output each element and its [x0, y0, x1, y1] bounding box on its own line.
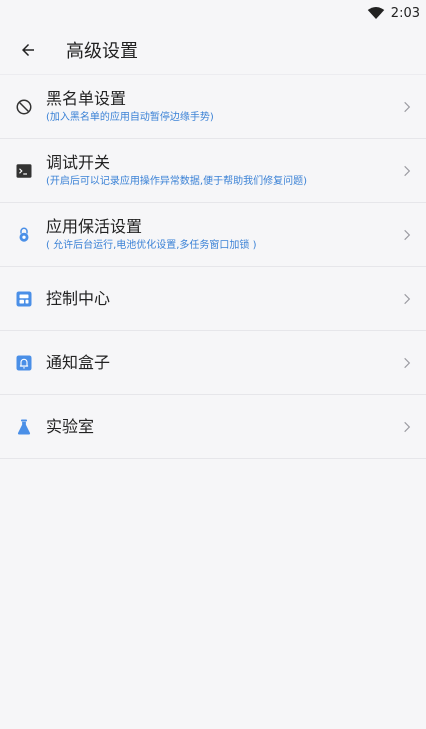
setting-item-control-center[interactable]: 控制中心 [0, 267, 426, 331]
setting-item-lab[interactable]: 实验室 [0, 395, 426, 459]
item-subtitle: ( 允许后台运行,电池优化设置,多任务窗口加锁 ) [46, 240, 257, 251]
chevron-right-icon [404, 357, 411, 368]
status-bar: 2:03 [0, 0, 426, 26]
app-bar: 高级设置 [0, 26, 426, 74]
item-title: 应用保活设置 [46, 217, 143, 236]
item-texts: 通知盒子 [46, 353, 400, 373]
chevron-right-icon [404, 421, 411, 432]
arrow-back-icon [22, 44, 34, 56]
block-icon [15, 98, 33, 116]
item-texts: 实验室 [46, 417, 400, 437]
status-time: 2:03 [390, 5, 420, 21]
settings-list: 黑名单设置 (加入黑名单的应用自动暂停边缘手势) 调试开关 (开启后可以记录应用… [0, 74, 426, 459]
chevron-right-icon [404, 229, 411, 240]
item-title: 通知盒子 [46, 352, 111, 372]
item-texts: 应用保活设置 ( 允许后台运行,电池优化设置,多任务窗口加锁 ) [46, 217, 400, 252]
item-title: 黑名单设置 [46, 89, 127, 108]
item-texts: 控制中心 [46, 289, 400, 309]
flask-icon [15, 418, 33, 436]
item-texts: 黑名单设置 (加入黑名单的应用自动暂停边缘手势) [46, 89, 400, 124]
screen: 2:03 高级设置 黑名单设置 (加入黑名单的应用自动暂停边缘手势) 调试开关 … [0, 0, 426, 729]
back-button[interactable] [8, 30, 48, 70]
item-title: 控制中心 [46, 288, 111, 308]
page-title: 高级设置 [66, 41, 138, 62]
item-subtitle: (开启后可以记录应用操作异常数据,便于帮助我们修复问题) [46, 176, 307, 187]
item-texts: 调试开关 (开启后可以记录应用操作异常数据,便于帮助我们修复问题) [46, 153, 400, 188]
control-center-icon [15, 290, 33, 308]
chevron-right-icon [404, 165, 411, 176]
chevron-right-icon [404, 293, 411, 304]
chevron-right-icon [404, 101, 411, 112]
item-title: 调试开关 [46, 153, 111, 172]
item-title: 实验室 [46, 416, 95, 436]
setting-item-blacklist[interactable]: 黑名单设置 (加入黑名单的应用自动暂停边缘手势) [0, 74, 426, 139]
setting-item-keep-alive[interactable]: 应用保活设置 ( 允许后台运行,电池优化设置,多任务窗口加锁 ) [0, 203, 426, 267]
setting-item-debug[interactable]: 调试开关 (开启后可以记录应用操作异常数据,便于帮助我们修复问题) [0, 139, 426, 203]
bell-icon [15, 354, 33, 372]
setting-item-notification-box[interactable]: 通知盒子 [0, 331, 426, 395]
lock-icon [15, 226, 33, 244]
terminal-icon [15, 162, 33, 180]
wifi-icon [367, 7, 385, 19]
item-subtitle: (加入黑名单的应用自动暂停边缘手势) [46, 112, 214, 123]
